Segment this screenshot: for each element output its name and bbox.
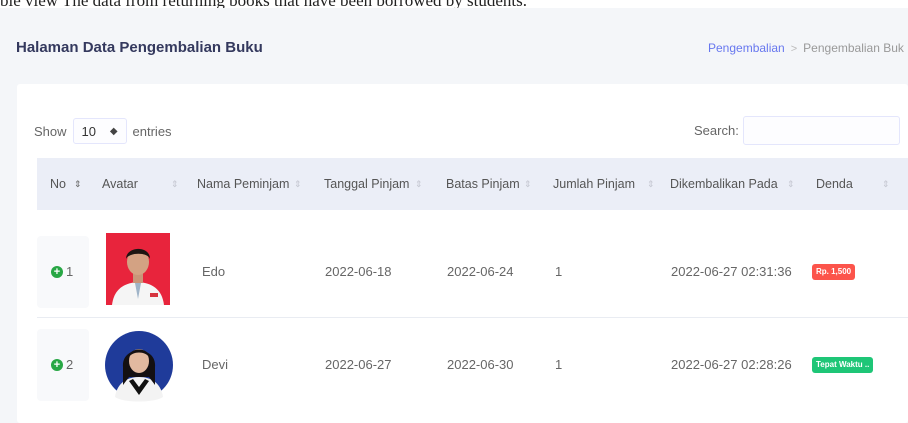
entries-label: entries bbox=[132, 123, 172, 139]
row-number-cell bbox=[37, 329, 89, 401]
sort-icon[interactable]: ⇕ bbox=[524, 158, 532, 210]
avatar bbox=[105, 327, 173, 403]
cell-jumlah-pinjam: 1 bbox=[555, 264, 563, 279]
cell-dikembalikan-pada: 2022-06-27 02:31:36 bbox=[671, 264, 792, 279]
entries-value: 10 bbox=[81, 123, 96, 139]
cell-tanggal-pinjam: 2022-06-27 bbox=[325, 357, 392, 372]
sort-icon[interactable]: ⇕ bbox=[74, 158, 82, 210]
denda-badge: Tepat Waktu .. bbox=[812, 357, 874, 373]
row-number-cell bbox=[37, 236, 89, 308]
select-arrow-icon: ◆ bbox=[109, 125, 118, 137]
cell-batas-pinjam: 2022-06-30 bbox=[447, 357, 514, 372]
sort-icon[interactable]: ⇕ bbox=[415, 158, 423, 210]
avatar bbox=[106, 233, 170, 305]
breadcrumb: Pengembalian > Pengembalian Buk bbox=[708, 41, 904, 55]
breadcrumb-separator: > bbox=[790, 43, 798, 55]
column-header-avatar[interactable]: Avatar bbox=[102, 158, 138, 210]
show-label: Show bbox=[34, 123, 67, 139]
avatar-photo-devi bbox=[105, 331, 173, 402]
avatar-photo-edo bbox=[106, 233, 170, 305]
denda-badge: Rp. 1,500 bbox=[812, 264, 856, 280]
expand-row-icon[interactable]: + bbox=[51, 266, 63, 278]
sort-icon[interactable]: ⇕ bbox=[294, 158, 302, 210]
cell-tanggal-pinjam: 2022-06-18 bbox=[325, 264, 392, 279]
page-title: Halaman Data Pengembalian Buku bbox=[16, 39, 263, 56]
row-number: 2 bbox=[66, 357, 74, 372]
cell-nama-peminjam: Edo bbox=[202, 264, 226, 279]
cell-jumlah-pinjam: 1 bbox=[555, 357, 563, 372]
sort-icon[interactable]: ⇕ bbox=[647, 158, 655, 210]
breadcrumb-link-pengembalian[interactable]: Pengembalian bbox=[708, 41, 785, 55]
sort-icon[interactable]: ⇕ bbox=[787, 158, 795, 210]
column-header-batas-pinjam[interactable]: Batas Pinjam bbox=[446, 158, 520, 210]
sort-icon[interactable]: ⇕ bbox=[882, 158, 890, 210]
table-row: + 2 Devi 2022-06-27 2022-06-30 1 2022-06… bbox=[37, 319, 908, 411]
cell-nama-peminjam: Devi bbox=[202, 357, 229, 372]
cell-dikembalikan-pada: 2022-06-27 02:28:26 bbox=[671, 357, 792, 372]
column-header-jumlah-pinjam[interactable]: Jumlah Pinjam bbox=[553, 158, 635, 210]
expand-row-icon[interactable]: + bbox=[51, 359, 63, 371]
entries-select[interactable]: 10 ◆ bbox=[72, 118, 127, 144]
row-number: 1 bbox=[66, 264, 74, 279]
search-control: Search: bbox=[694, 116, 900, 145]
column-header-denda[interactable]: Denda bbox=[816, 158, 853, 210]
entries-length-control: Show 10 ◆ entries bbox=[34, 118, 172, 144]
search-input[interactable] bbox=[742, 116, 900, 145]
search-label: Search: bbox=[694, 123, 739, 138]
table-header: No ⇕ Avatar ⇕ Nama Peminjam ⇕ Tanggal Pi… bbox=[37, 158, 908, 210]
column-header-nama-peminjam[interactable]: Nama Peminjam bbox=[197, 158, 289, 210]
breadcrumb-current: Pengembalian Buk bbox=[803, 41, 904, 55]
column-header-no[interactable]: No bbox=[50, 158, 66, 210]
data-table-card: Show 10 ◆ entries Search: No ⇕ Avatar ⇕ … bbox=[17, 84, 908, 423]
section-header: Halaman Data Pengembalian Buku Pengembal… bbox=[0, 8, 908, 84]
top-caption-fragment: ble view The data from returning books t… bbox=[0, 0, 908, 8]
column-header-tanggal-pinjam[interactable]: Tanggal Pinjam bbox=[324, 158, 409, 210]
table-row: + 1 Edo 2022-06-18 2022-06-24 1 2022-06-… bbox=[37, 226, 908, 318]
column-header-dikembalikan-pada[interactable]: Dikembalikan Pada bbox=[670, 158, 778, 210]
cell-batas-pinjam: 2022-06-24 bbox=[447, 264, 514, 279]
sort-icon[interactable]: ⇕ bbox=[171, 158, 179, 210]
